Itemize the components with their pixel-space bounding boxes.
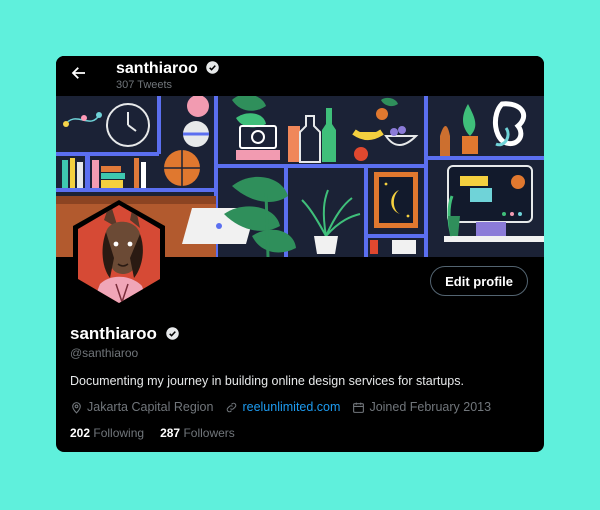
verified-badge-icon (206, 61, 219, 74)
profile-handle: @santhiaroo (70, 346, 139, 360)
followers-label: Followers (183, 426, 235, 440)
tweet-count: 307 Tweets (116, 79, 173, 91)
link-icon (227, 402, 237, 412)
following-count: 202 (70, 426, 91, 440)
following-link[interactable]: 202 Following (70, 426, 144, 440)
header-display-name: santhiaroo (116, 60, 198, 77)
calendar-icon (353, 402, 365, 413)
profile-bio: Documenting my journey in building onlin… (70, 374, 464, 388)
website-link[interactable]: reelunlimited.com (242, 400, 340, 414)
profile-header: santhiaroo 307 Tweets (56, 56, 544, 96)
joined-text: Joined February 2013 (369, 400, 492, 414)
followers-link[interactable]: 287 Followers (160, 426, 235, 440)
followers-count: 287 (160, 426, 181, 440)
back-arrow-icon[interactable] (70, 64, 88, 82)
website-item: reelunlimited.com (225, 400, 340, 414)
profile-card: santhiaroo 307 Tweets Edit profile santh… (56, 56, 544, 452)
location-item: Jakarta Capital Region (70, 400, 213, 414)
verified-badge-icon (165, 327, 179, 340)
follow-stats: 202 Following 287 Followers (70, 426, 235, 440)
location-text: Jakarta Capital Region (87, 400, 214, 414)
following-label: Following (93, 426, 145, 440)
edit-profile-button[interactable]: Edit profile (430, 266, 528, 296)
location-pin-icon (72, 401, 81, 414)
header-title: santhiaroo (116, 60, 220, 78)
profile-name: santhiaroo (70, 324, 180, 344)
display-name: santhiaroo (70, 324, 157, 343)
profile-meta: Jakarta Capital Region reelunlimited.com… (70, 400, 491, 414)
profile-avatar[interactable] (70, 198, 168, 310)
joined-item: Joined February 2013 (352, 400, 491, 414)
